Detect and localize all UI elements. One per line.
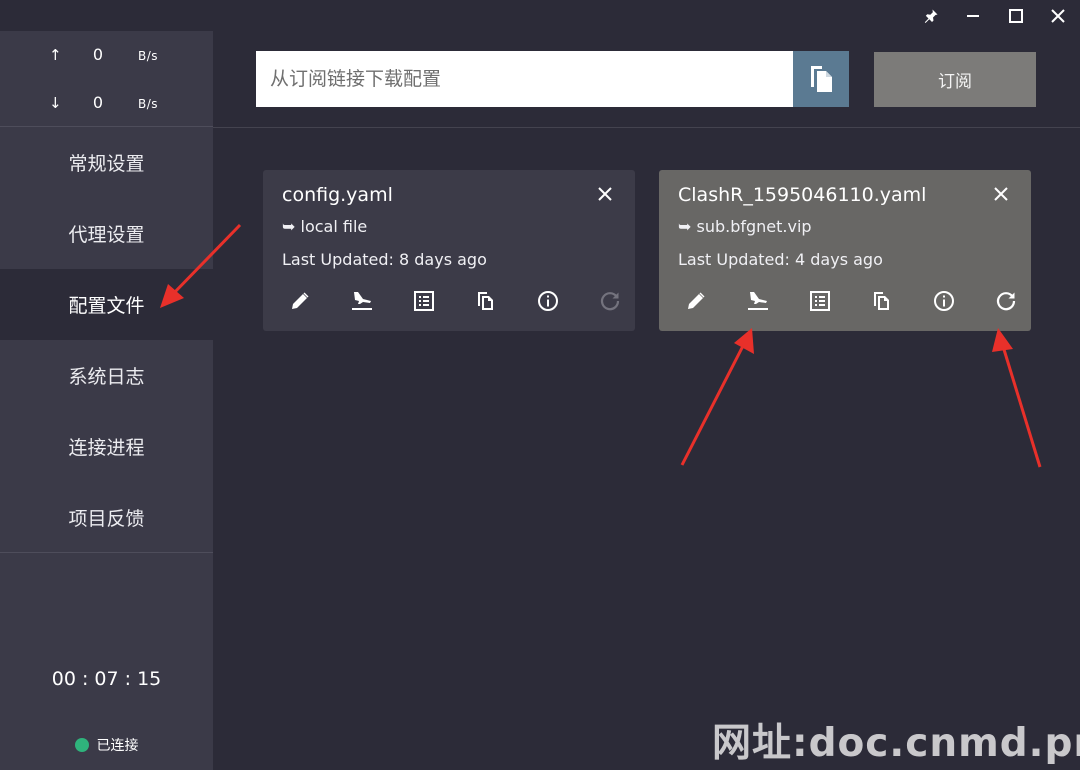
profile-card[interactable]: config.yaml ➥ local file Last Updated: 8…: [263, 170, 635, 331]
profile-name: config.yaml: [282, 184, 393, 206]
title-bar: [0, 0, 1080, 31]
subscribe-button[interactable]: 订阅: [874, 52, 1036, 107]
copy-icon[interactable]: [869, 288, 895, 314]
download-value: 0: [92, 93, 104, 112]
refresh-icon[interactable]: [597, 288, 623, 314]
list-icon[interactable]: [411, 288, 437, 314]
sidebar-item-label: 常规设置: [68, 153, 145, 175]
sidebar-item-profiles[interactable]: 配置文件: [0, 269, 213, 340]
edit-icon[interactable]: [683, 288, 709, 314]
sidebar-item-feedback[interactable]: 项目反馈: [0, 482, 213, 553]
info-icon[interactable]: [535, 288, 561, 314]
uptime-clock: 00 : 07 : 15: [51, 668, 162, 690]
delete-profile-icon[interactable]: [595, 184, 615, 204]
upload-arrow-icon: ↑: [49, 46, 62, 64]
watermark: 网址:doc.cnmd.pro: [712, 721, 1080, 766]
import-icon[interactable]: [349, 288, 375, 314]
profile-card-selected[interactable]: ClashR_1595046110.yaml ➥ sub.bfgnet.vip …: [659, 170, 1031, 331]
import-icon[interactable]: [745, 288, 771, 314]
upload-speed: ↑ 0 B/s: [0, 41, 213, 71]
download-speed: ↓ 0 B/s: [0, 89, 213, 119]
sidebar-item-logs[interactable]: 系统日志: [0, 340, 213, 411]
upload-unit: B/s: [138, 49, 159, 63]
pin-icon[interactable]: [910, 0, 952, 31]
sidebar-item-label: 连接进程: [68, 437, 145, 459]
sidebar-item-label: 项目反馈: [68, 508, 145, 530]
sidebar-item-label: 代理设置: [68, 224, 145, 246]
maximize-icon[interactable]: [995, 0, 1037, 31]
sidebar-item-general[interactable]: 常规设置: [0, 127, 213, 198]
upload-value: 0: [92, 45, 104, 64]
paste-button[interactable]: [793, 51, 849, 107]
profile-name: ClashR_1595046110.yaml: [678, 184, 927, 206]
download-arrow-icon: ↓: [49, 94, 62, 112]
traffic-panel: ↑ 0 B/s ↓ 0 B/s: [0, 31, 213, 127]
connection-label: 已连接: [96, 738, 139, 754]
minimize-icon[interactable]: [952, 0, 994, 31]
info-icon[interactable]: [931, 288, 957, 314]
subscribe-bar: 订阅: [213, 31, 1080, 128]
sidebar-item-label: 系统日志: [68, 366, 145, 388]
list-icon[interactable]: [807, 288, 833, 314]
sidebar-item-proxy[interactable]: 代理设置: [0, 198, 213, 269]
subscription-url-input[interactable]: [256, 51, 793, 107]
close-icon[interactable]: [1037, 0, 1079, 31]
download-unit: B/s: [138, 97, 159, 111]
sidebar-item-label: 配置文件: [68, 295, 145, 317]
connection-status: 已连接: [0, 734, 213, 756]
sidebar-item-connections[interactable]: 连接进程: [0, 411, 213, 482]
copy-icon[interactable]: [473, 288, 499, 314]
sidebar-nav: 常规设置 代理设置 配置文件 系统日志 连接进程 项目反馈: [0, 127, 213, 553]
profile-updated: Last Updated: 4 days ago: [678, 250, 883, 269]
paste-icon: [811, 66, 832, 92]
refresh-icon[interactable]: [993, 288, 1019, 314]
edit-icon[interactable]: [287, 288, 313, 314]
status-dot-icon: [74, 738, 89, 752]
delete-profile-icon[interactable]: [991, 184, 1011, 204]
profile-source: ➥ local file: [282, 217, 368, 236]
profile-source: ➥ sub.bfgnet.vip: [678, 217, 812, 236]
sidebar: ↑ 0 B/s ↓ 0 B/s 常规设置 代理设置 配置文件 系统日志 连接进程…: [0, 31, 213, 770]
profile-updated: Last Updated: 8 days ago: [282, 250, 487, 269]
